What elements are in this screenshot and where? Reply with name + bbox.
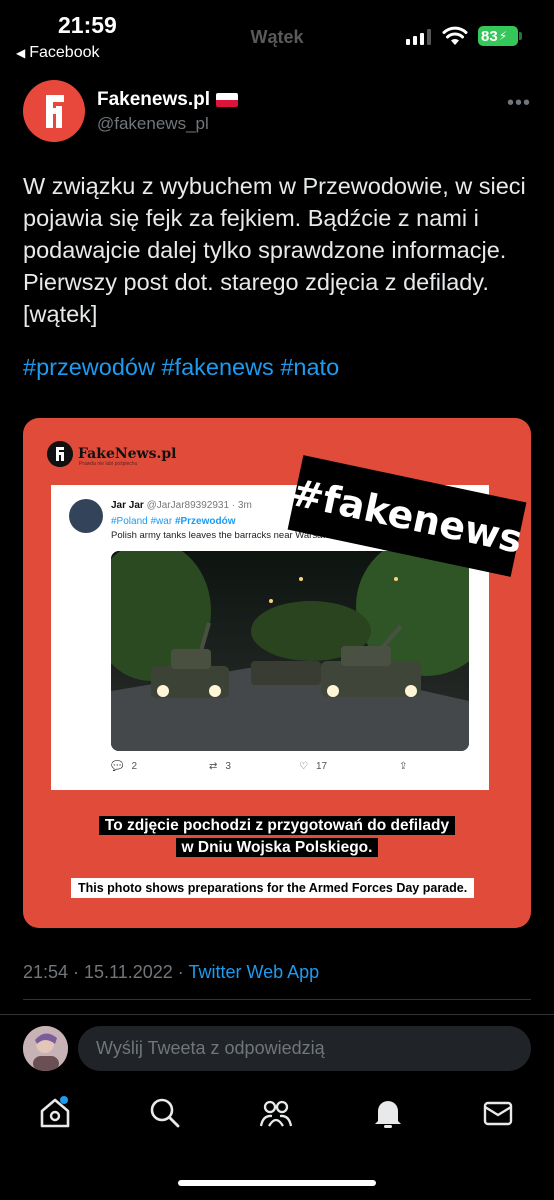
user-avatar[interactable] xyxy=(23,1026,68,1071)
author-name[interactable]: Fakenews.pl xyxy=(97,89,238,111)
embedded-retweet: ⇄ 3 xyxy=(209,761,231,772)
reply-input[interactable] xyxy=(78,1026,531,1071)
embedded-hashtags-prefix: #Poland #war xyxy=(111,516,175,527)
embedded-actions: 💬 2 ⇄ 3 ♡ 17 ⇪ xyxy=(111,761,471,779)
retweet-icon: ⇄ xyxy=(209,761,218,772)
poland-flag-icon xyxy=(216,93,238,107)
reply-composer[interactable] xyxy=(78,1026,531,1071)
embedded-reply-count: 2 xyxy=(131,761,138,772)
embedded-hashtag-bold: #Przewodów xyxy=(174,516,236,527)
tweet-media-image[interactable]: FakeNews.pl Prawda nie lubi pośpiechu Ja… xyxy=(23,418,531,928)
caption-polish: To zdjęcie pochodzi z przygotowań do def… xyxy=(23,815,531,859)
caption-english: This photo shows preparations for the Ar… xyxy=(71,878,475,898)
embedded-share: ⇪ xyxy=(399,761,407,772)
user-photo xyxy=(23,1026,68,1071)
status-bar: 21:59 ◀ Facebook Wątek 83 ⚡ xyxy=(0,0,554,70)
back-arrow-icon: ◀ xyxy=(16,46,26,60)
home-new-badge xyxy=(60,1096,68,1104)
battery-cap xyxy=(519,32,522,40)
home-indicator[interactable] xyxy=(178,1180,376,1186)
tweet-source-link[interactable]: Twitter Web App xyxy=(188,962,319,982)
more-options-icon[interactable]: ••• xyxy=(507,92,531,115)
communities-icon[interactable] xyxy=(259,1096,293,1130)
page-title: Wątek xyxy=(250,27,304,47)
embedded-avatar xyxy=(69,499,103,533)
cellular-signal-icon xyxy=(406,29,431,45)
tweet-meta: 21:54 · 15.11.2022 · Twitter Web App xyxy=(23,962,319,983)
embedded-name: Jar Jar xyxy=(111,500,144,511)
divider xyxy=(0,1014,554,1015)
author-avatar[interactable] xyxy=(23,80,85,142)
wifi-icon xyxy=(442,26,468,45)
embedded-reply: 💬 2 xyxy=(111,761,137,772)
embedded-header: Jar Jar @JarJar89392931 · 3m xyxy=(111,500,252,511)
tanks-photo xyxy=(111,551,469,751)
author-display-name: Fakenews.pl xyxy=(97,89,210,110)
embedded-text: Polish army tanks leaves the barracks ne… xyxy=(111,530,330,541)
embedded-handle-time: @JarJar89392931 · 3m xyxy=(146,500,252,511)
battery-level: 83 xyxy=(481,27,498,45)
embedded-like-count: 17 xyxy=(315,761,328,772)
heart-icon: ♡ xyxy=(299,761,308,772)
media-brand-name: FakeNews.pl xyxy=(78,446,177,462)
media-brand-tagline: Prawda nie lubi pośpiechu xyxy=(79,461,138,467)
search-icon[interactable] xyxy=(148,1096,182,1130)
brand-logo-icon xyxy=(47,441,73,467)
charging-icon: ⚡ xyxy=(498,29,508,43)
messages-icon[interactable] xyxy=(481,1096,515,1130)
bottom-tab-bar xyxy=(0,1096,554,1146)
tweet-timestamp: 21:54 · 15.11.2022 · xyxy=(23,962,189,982)
embedded-retweet-count: 3 xyxy=(225,761,231,772)
notifications-icon[interactable] xyxy=(371,1096,405,1130)
author-handle[interactable]: @fakenews_pl xyxy=(97,114,209,134)
caption-polish-line-1: To zdjęcie pochodzi z przygotowań do def… xyxy=(98,816,456,835)
reply-icon: 💬 xyxy=(111,761,124,772)
tweet-text: W związku z wybuchem w Przewodowie, w si… xyxy=(23,173,526,327)
share-icon: ⇪ xyxy=(399,761,408,772)
tweet-hashtags[interactable]: #przewodów #fakenews #nato xyxy=(23,354,339,381)
embedded-hashtags: #Poland #war #Przewodów xyxy=(111,516,236,527)
caption-polish-line-2: w Dniu Wojska Polskiego. xyxy=(175,838,379,857)
battery-indicator: 83 ⚡ xyxy=(478,26,518,46)
fakenews-logo-icon xyxy=(46,95,64,128)
embedded-like: ♡ 17 xyxy=(299,761,327,772)
divider xyxy=(23,999,531,1000)
